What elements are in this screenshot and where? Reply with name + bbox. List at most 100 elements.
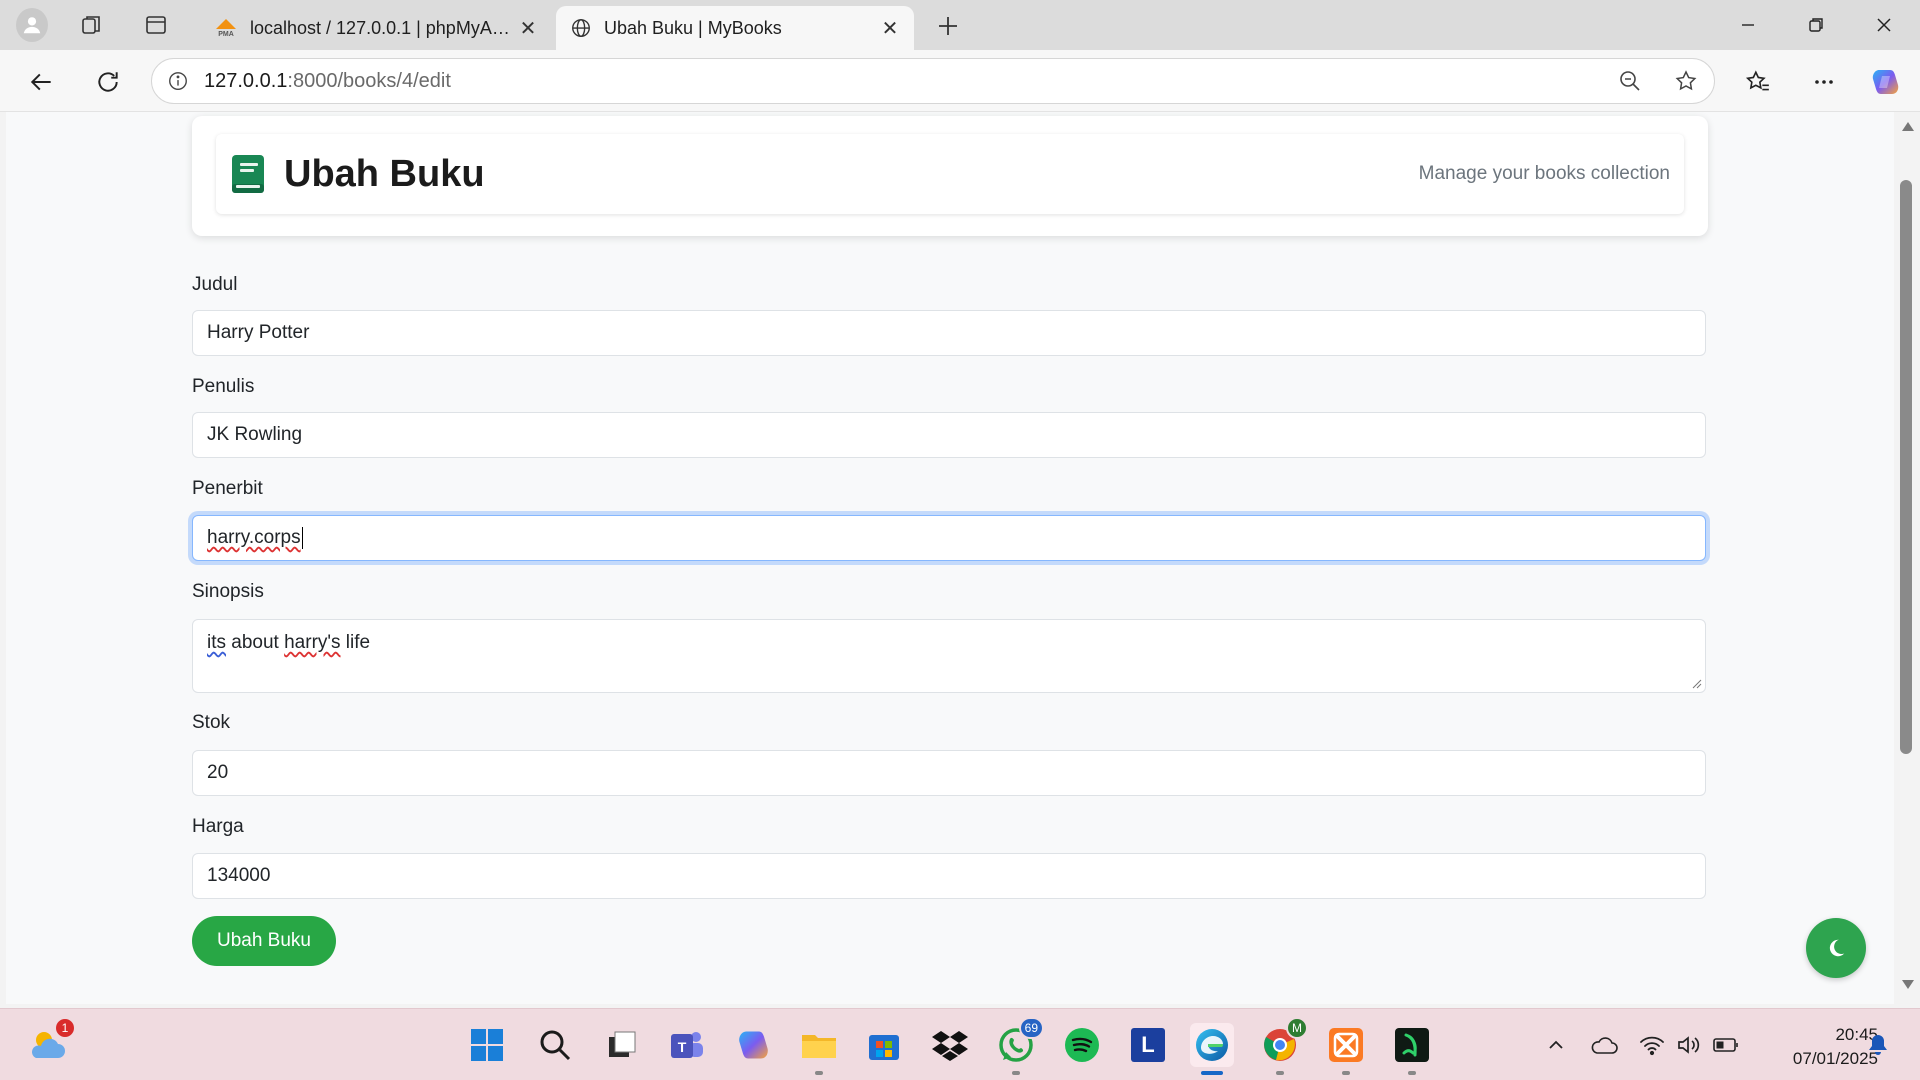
- tab-ubah-buku[interactable]: Ubah Buku | MyBooks ✕: [556, 6, 914, 50]
- info-icon: [169, 72, 187, 90]
- dark-mode-toggle-button[interactable]: [1806, 918, 1866, 978]
- site-info-button[interactable]: [152, 70, 204, 92]
- globe-icon: [572, 19, 590, 37]
- author-input[interactable]: JK Rowling: [192, 412, 1706, 458]
- settings-more-button[interactable]: [1806, 64, 1842, 100]
- stock-input[interactable]: 20: [192, 750, 1706, 796]
- spotify-icon: [1065, 1028, 1099, 1062]
- zoom-out-icon: [1620, 71, 1640, 91]
- author-input-value: JK Rowling: [207, 424, 303, 445]
- windows-logo-icon: [471, 1029, 503, 1061]
- header-bar: Ubah Buku Manage your books collection: [216, 134, 1684, 214]
- close-icon: [1877, 18, 1891, 32]
- whatsapp-app[interactable]: 69: [994, 1017, 1044, 1075]
- favorite-button[interactable]: [1658, 69, 1714, 93]
- favorites-button[interactable]: [1740, 64, 1776, 100]
- minimize-button[interactable]: [1728, 10, 1768, 40]
- page-subtitle: Manage your books collection: [1418, 163, 1670, 184]
- onedrive-tray[interactable]: [1588, 1029, 1620, 1061]
- scroll-up-arrow-icon[interactable]: [1902, 122, 1914, 131]
- clock-time: 20:45: [1835, 1025, 1878, 1044]
- close-window-button[interactable]: [1864, 10, 1904, 40]
- tab-actions-button[interactable]: [140, 9, 172, 41]
- close-tab-button[interactable]: ✕: [880, 16, 900, 41]
- title-input[interactable]: Harry Potter: [192, 310, 1706, 356]
- url-host: 127.0.0.1: [204, 69, 288, 92]
- price-label: Harga: [192, 816, 244, 837]
- star-icon: [1675, 70, 1697, 91]
- scrollbar-thumb[interactable]: [1900, 180, 1912, 754]
- zoom-button[interactable]: [1602, 69, 1658, 93]
- publisher-input[interactable]: harry.corps: [192, 515, 1706, 561]
- file-explorer-app[interactable]: [797, 1023, 841, 1075]
- copilot-icon: [1872, 70, 1899, 94]
- volume-tray[interactable]: [1672, 1029, 1704, 1061]
- search-button[interactable]: [533, 1023, 577, 1067]
- chevron-up-icon: [1549, 1040, 1563, 1049]
- xampp-app[interactable]: [1324, 1023, 1368, 1075]
- workspaces-button[interactable]: [76, 9, 108, 41]
- wifi-tray[interactable]: [1636, 1029, 1668, 1061]
- bell-icon: [1869, 1035, 1887, 1055]
- header-card: Ubah Buku Manage your books collection: [192, 116, 1708, 236]
- browser-tab-bar: PMA localhost / 127.0.0.1 | phpMyAdmin ✕…: [0, 0, 1920, 50]
- terminal-icon: [1395, 1028, 1429, 1062]
- reload-button[interactable]: [90, 64, 126, 100]
- notifications-button[interactable]: [1862, 1029, 1894, 1061]
- title-label: Judul: [192, 274, 238, 295]
- task-view-icon: [609, 1031, 636, 1057]
- clock-date: 07/01/2025: [1792, 1049, 1878, 1068]
- start-button[interactable]: [465, 1023, 509, 1067]
- scroll-down-arrow-icon[interactable]: [1902, 980, 1914, 989]
- cloud-icon: [1591, 1037, 1618, 1054]
- weather-badge: 1: [54, 1017, 76, 1039]
- restore-icon: [1809, 18, 1823, 32]
- windows-taskbar: 1 T 69 L M 20:45 07/01/2025: [0, 1008, 1920, 1080]
- phpmyadmin-icon: PMA: [214, 17, 238, 39]
- microsoft-store-app[interactable]: [862, 1023, 906, 1067]
- edge-app[interactable]: [1190, 1023, 1234, 1075]
- submit-button[interactable]: Ubah Buku: [192, 916, 336, 966]
- copilot-button[interactable]: [1868, 64, 1904, 100]
- copilot-app[interactable]: [732, 1023, 776, 1067]
- synopsis-textarea[interactable]: its about harry's life: [192, 619, 1706, 693]
- profile-icon: [16, 8, 48, 42]
- price-input-value: 134000: [207, 865, 271, 886]
- battery-tray[interactable]: [1710, 1029, 1742, 1061]
- search-icon: [540, 1030, 571, 1061]
- publisher-input-value: harry.corps: [207, 527, 301, 548]
- synopsis-label: Sinopsis: [192, 581, 264, 602]
- copilot-icon: [739, 1031, 768, 1059]
- chrome-app[interactable]: M: [1258, 1017, 1308, 1075]
- close-tab-button[interactable]: ✕: [518, 16, 538, 41]
- dropbox-app[interactable]: [928, 1023, 972, 1067]
- address-bar[interactable]: 127.0.0.1:8000/books/4/edit: [151, 58, 1715, 104]
- task-view-button[interactable]: [600, 1023, 644, 1067]
- launcher-l-app[interactable]: L: [1126, 1023, 1170, 1067]
- price-input[interactable]: 134000: [192, 853, 1706, 899]
- chrome-profile-badge: M: [1286, 1017, 1308, 1039]
- page-viewport: Ubah Buku Manage your books collection J…: [6, 112, 1894, 1004]
- edge-icon: [1196, 1029, 1228, 1061]
- profile-button[interactable]: [16, 8, 48, 42]
- workspaces-icon: [82, 16, 100, 34]
- back-button[interactable]: [24, 64, 60, 100]
- page-scrollbar[interactable]: [1894, 112, 1920, 1004]
- browser-toolbar: 127.0.0.1:8000/books/4/edit: [0, 50, 1920, 112]
- tab-phpmyadmin[interactable]: PMA localhost / 127.0.0.1 | phpMyAdmin ✕: [200, 6, 552, 50]
- stock-input-value: 20: [207, 762, 229, 783]
- restore-button[interactable]: [1796, 10, 1836, 40]
- weather-widget[interactable]: 1: [26, 1017, 76, 1067]
- teams-app[interactable]: T: [665, 1023, 709, 1067]
- tab-title: Ubah Buku | MyBooks: [604, 17, 782, 38]
- terminal-app[interactable]: [1390, 1023, 1434, 1075]
- store-icon: [869, 1035, 899, 1060]
- system-clock[interactable]: 20:45 07/01/2025: [1748, 1023, 1878, 1071]
- show-hidden-icons-button[interactable]: [1540, 1029, 1572, 1061]
- reload-icon: [98, 72, 118, 92]
- resize-handle-icon[interactable]: [1690, 677, 1702, 689]
- url-text[interactable]: 127.0.0.1:8000/books/4/edit: [204, 70, 1602, 93]
- new-tab-button[interactable]: [932, 10, 964, 42]
- minimize-icon: [1742, 24, 1754, 26]
- spotify-app[interactable]: [1060, 1023, 1104, 1067]
